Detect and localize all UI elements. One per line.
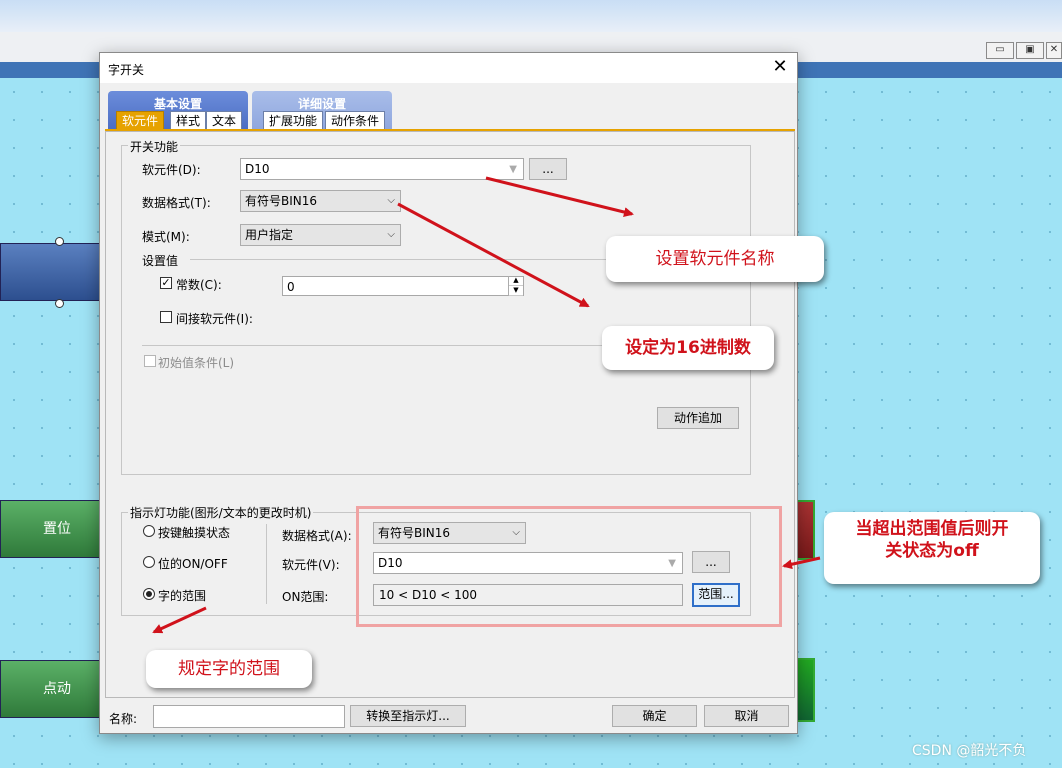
- arrow-to-hex-callout: [397, 202, 590, 308]
- arrow-to-device-callout: [485, 176, 634, 217]
- watermark: CSDN @韶光不负: [912, 743, 1027, 759]
- arrow-to-off-state-callout: [782, 556, 821, 570]
- arrow-to-word-range-callout: [152, 606, 207, 634]
- annotation-arrows: [152, 176, 821, 634]
